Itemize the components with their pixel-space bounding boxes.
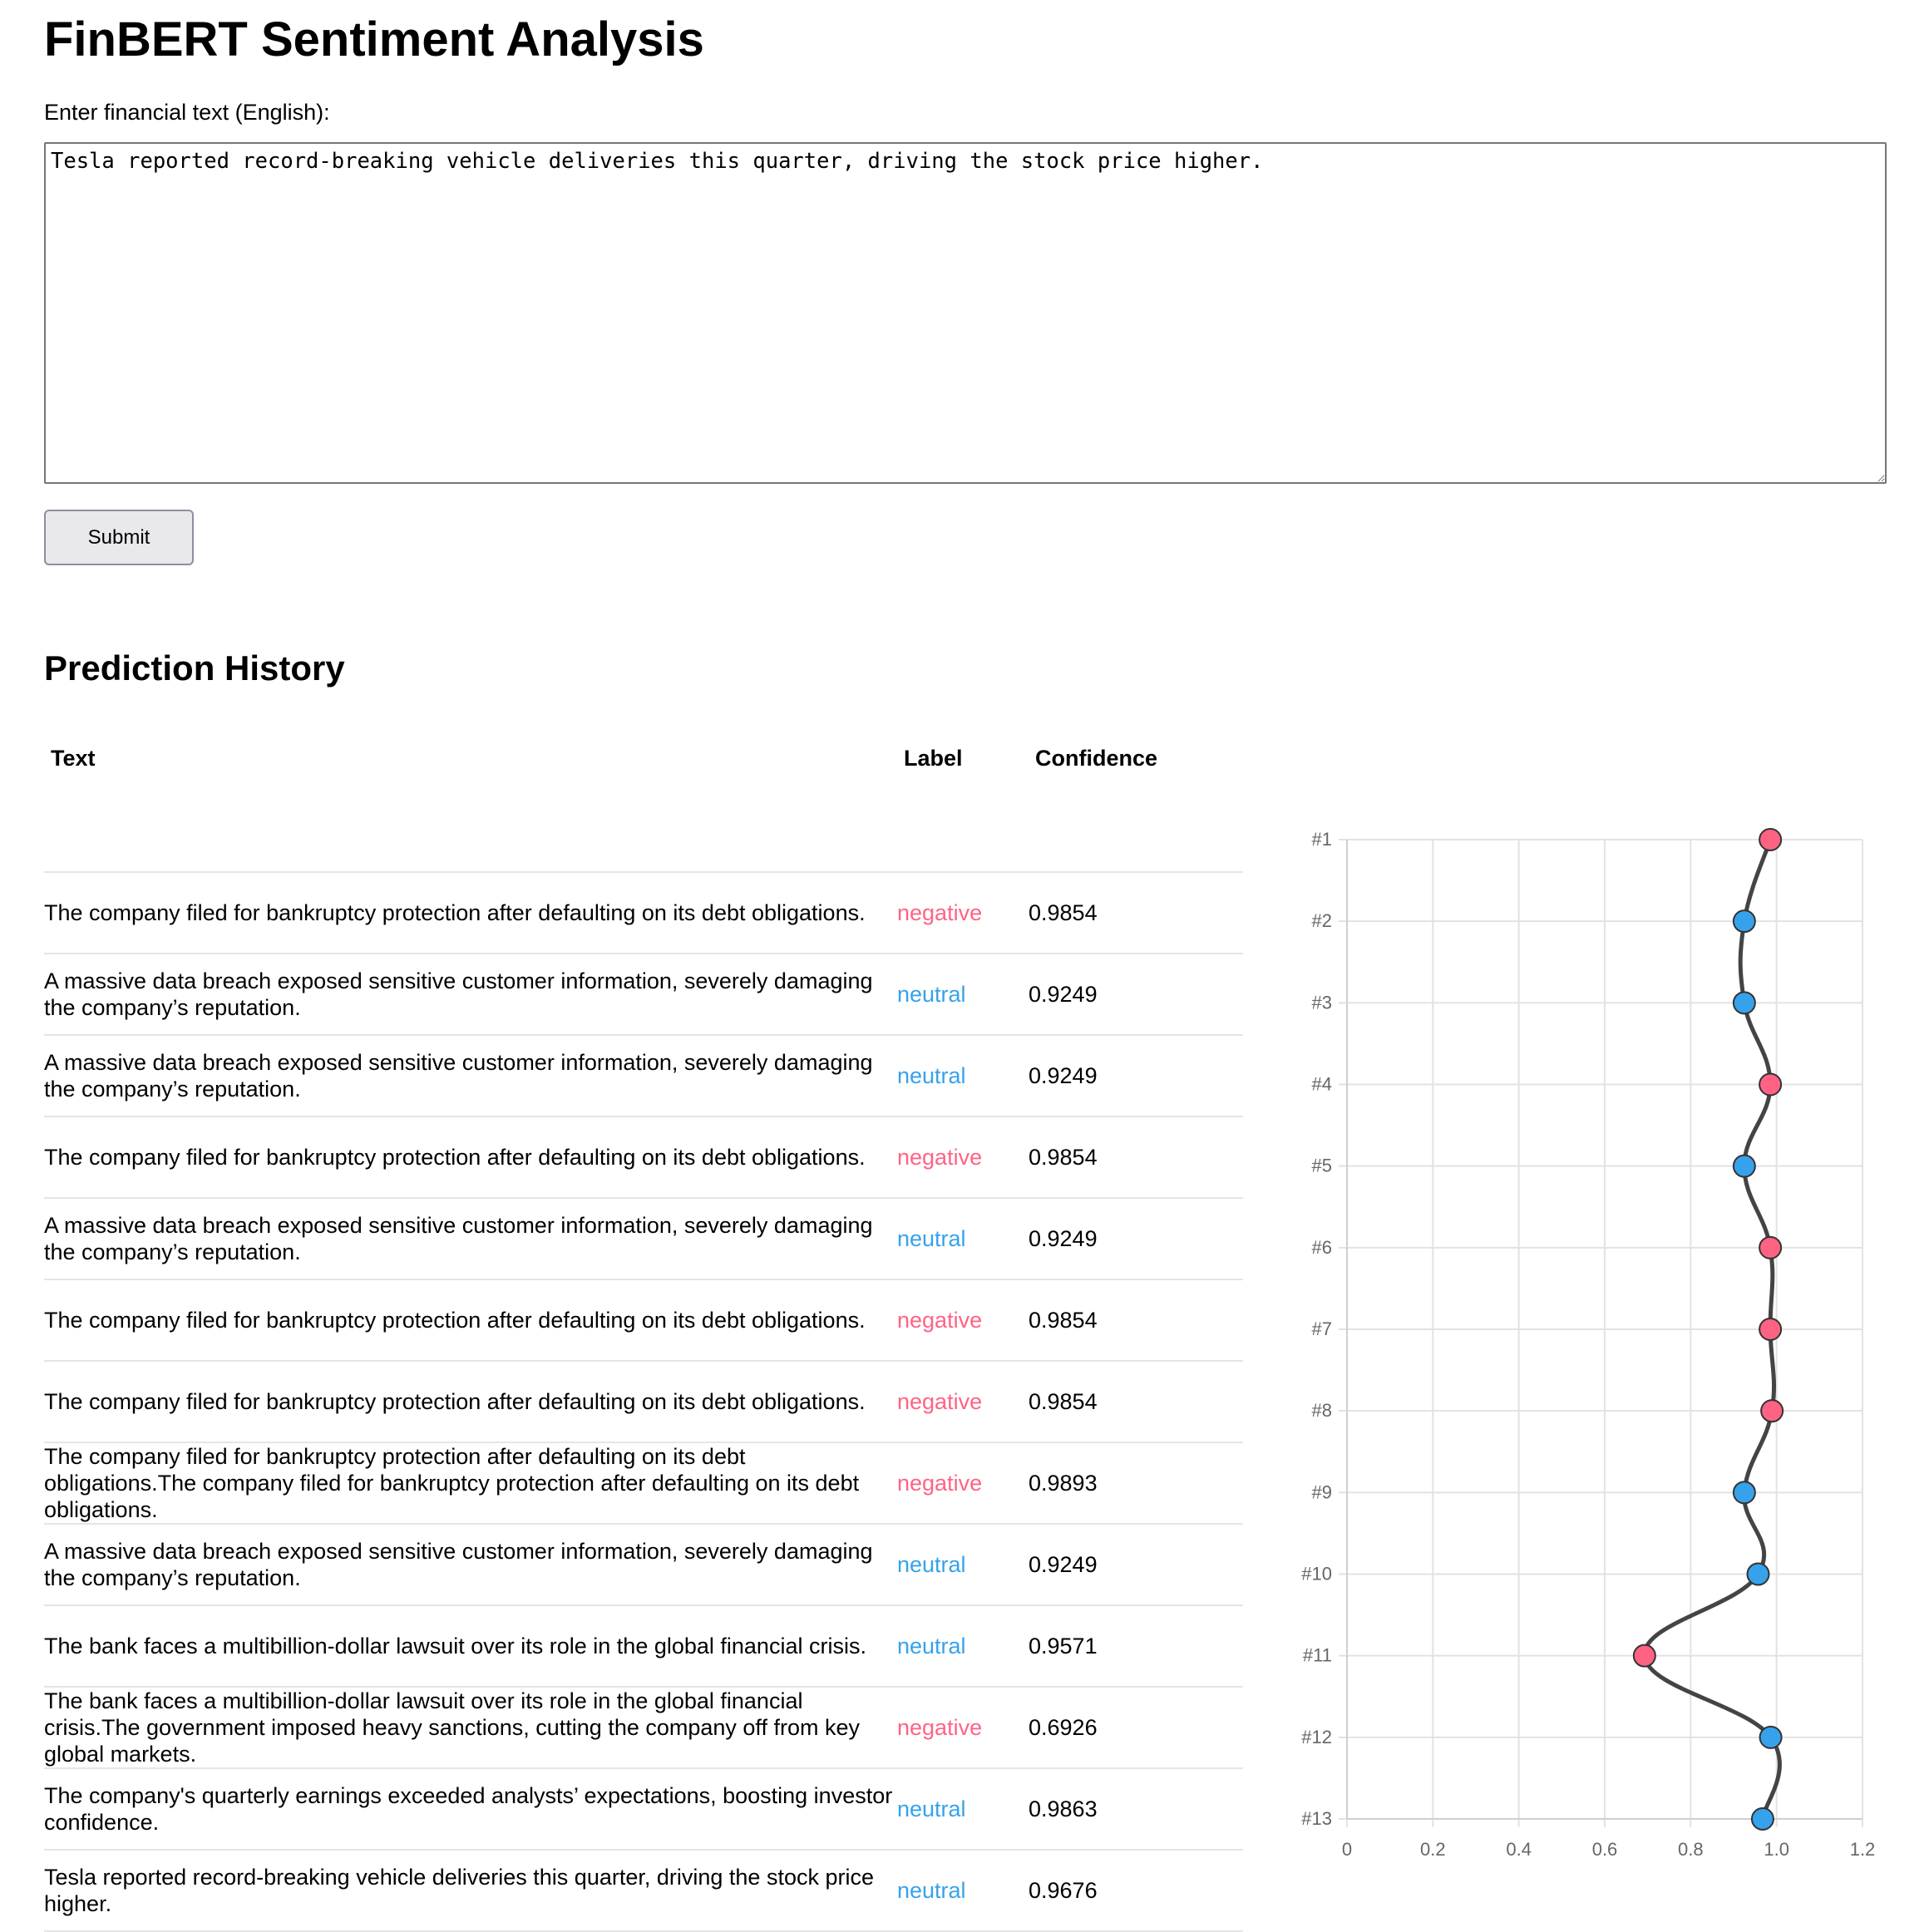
row-text: The company's quarterly earnings exceede… [44, 1768, 897, 1851]
data-point [1746, 1562, 1770, 1586]
row-label: negative [897, 1361, 1029, 1443]
row-confidence: 0.9249 [1029, 1524, 1243, 1606]
history-title: Prediction History [44, 648, 345, 688]
data-point [1732, 991, 1756, 1015]
row-confidence: 0.9249 [1029, 1198, 1243, 1280]
confidence-line-chart: 0 0.2 0.4 0.6 0.8 1.0 1.2 #1 #2 #3 #4 #5 #6 #7 #8 #9 #10… [1301, 828, 1876, 1860]
row-confidence: 0.9854 [1029, 1279, 1243, 1362]
row-text: The company filed for bankruptcy protect… [44, 1279, 897, 1362]
row-confidence: 0.6926 [1029, 1687, 1243, 1769]
table-row: A massive data breach exposed sensitive … [44, 954, 1243, 1036]
row-text: A massive data breach exposed sensitive … [44, 1198, 897, 1280]
y-tick-label: #9 [1312, 1481, 1332, 1502]
row-label: neutral [897, 1768, 1029, 1851]
row-label: negative [897, 1687, 1029, 1769]
row-confidence: 0.9676 [1029, 1850, 1243, 1932]
row-text: A massive data breach exposed sensitive … [44, 954, 897, 1036]
x-tick-label: 0.4 [1506, 1839, 1532, 1860]
row-text: The bank faces a multibillion-dollar law… [44, 1687, 897, 1769]
table-row: The company filed for bankruptcy protect… [44, 1116, 1243, 1199]
y-tick-label: #12 [1301, 1727, 1332, 1747]
row-label: negative [897, 872, 1029, 954]
table-row: Tesla reported record-breaking vehicle d… [44, 1850, 1243, 1932]
row-text: A massive data breach exposed sensitive … [44, 1035, 897, 1117]
y-tick-label: #10 [1301, 1564, 1332, 1585]
y-tick-label: #11 [1303, 1645, 1332, 1666]
row-confidence: 0.9854 [1029, 872, 1243, 954]
row-label: negative [897, 1116, 1029, 1199]
financial-text-input[interactable] [44, 142, 1887, 484]
table-row: The bank faces a multibillion-dollar law… [44, 1687, 1243, 1769]
row-text: The company filed for bankruptcy protect… [44, 1361, 897, 1443]
x-tick-label: 0.6 [1592, 1839, 1618, 1860]
data-point [1732, 1154, 1756, 1178]
table-row: The bank faces a multibillion-dollar law… [44, 1605, 1243, 1688]
row-text: The company filed for bankruptcy protect… [44, 1116, 897, 1199]
data-point [1632, 1644, 1656, 1668]
x-tick-label: 0.8 [1678, 1839, 1704, 1860]
row-confidence: 0.9571 [1029, 1605, 1243, 1688]
row-label: neutral [897, 1035, 1029, 1117]
y-tick-label: #6 [1312, 1237, 1332, 1258]
row-confidence: 0.9249 [1029, 1035, 1243, 1117]
table-row: The company filed for bankruptcy protect… [44, 1361, 1243, 1443]
y-tick-label: #1 [1312, 829, 1332, 850]
row-label: negative [897, 1279, 1029, 1362]
table-row: The company filed for bankruptcy protect… [44, 1442, 1243, 1525]
row-text: The bank faces a multibillion-dollar law… [44, 1605, 897, 1688]
data-point [1750, 1807, 1774, 1831]
table-row: A massive data breach exposed sensitive … [44, 1035, 1243, 1117]
y-tick-label: #3 [1312, 992, 1332, 1013]
header-label: Label [904, 745, 963, 771]
row-label: neutral [897, 1605, 1029, 1688]
data-point [1759, 828, 1783, 851]
row-label: negative [897, 1442, 1029, 1525]
history-table: Text Label Confidence The company filed … [44, 725, 1243, 1932]
header-confidence: Confidence [1035, 745, 1158, 771]
page-title: FinBERT Sentiment Analysis [44, 12, 704, 67]
row-confidence: 0.9249 [1029, 954, 1243, 1036]
y-tick-label: #13 [1301, 1808, 1332, 1829]
data-point [1759, 1318, 1783, 1341]
data-point [1759, 1235, 1783, 1259]
row-label: neutral [897, 1198, 1029, 1280]
x-tick-label: 1.0 [1764, 1839, 1789, 1860]
y-tick-label: #8 [1312, 1400, 1332, 1421]
data-point [1732, 909, 1756, 934]
y-tick-label: #2 [1312, 910, 1332, 931]
x-tick-label: 0 [1342, 1839, 1352, 1860]
y-tick-label: #7 [1312, 1318, 1332, 1339]
row-text: The company filed for bankruptcy protect… [44, 872, 897, 954]
data-point [1759, 1725, 1783, 1749]
y-tick-label: #4 [1312, 1074, 1332, 1095]
header-text: Text [51, 745, 96, 771]
data-point [1760, 1399, 1784, 1423]
x-tick-label: 0.2 [1420, 1839, 1446, 1860]
table-row: A massive data breach exposed sensitive … [44, 1524, 1243, 1606]
confidence-chart: 0 0.2 0.4 0.6 0.8 1.0 1.2 #1 #2 #3 #4 #5 #6 #7 #8 #9 #10… [1280, 815, 1879, 1870]
row-text: A massive data breach exposed sensitive … [44, 1524, 897, 1606]
row-confidence: 0.9893 [1029, 1442, 1243, 1525]
row-label: neutral [897, 954, 1029, 1036]
table-row: The company filed for bankruptcy protect… [44, 872, 1243, 954]
table-row: The company's quarterly earnings exceede… [44, 1768, 1243, 1851]
row-confidence: 0.9854 [1029, 1361, 1243, 1443]
row-label: neutral [897, 1524, 1029, 1606]
row-confidence: 0.9854 [1029, 1116, 1243, 1199]
table-row: A massive data breach exposed sensitive … [44, 1198, 1243, 1280]
y-tick-label: #5 [1312, 1156, 1332, 1176]
row-label: neutral [897, 1850, 1029, 1932]
x-tick-label: 1.2 [1850, 1839, 1876, 1860]
row-confidence: 0.9863 [1029, 1768, 1243, 1851]
row-text: The company filed for bankruptcy protect… [44, 1442, 897, 1525]
table-row: The company filed for bankruptcy protect… [44, 1279, 1243, 1362]
input-label: Enter financial text (English): [44, 100, 330, 125]
submit-button[interactable]: Submit [44, 510, 194, 565]
table-header-row: Text Label Confidence [44, 725, 1243, 791]
data-point [1759, 1072, 1783, 1097]
row-text: Tesla reported record-breaking vehicle d… [44, 1850, 897, 1932]
data-point [1732, 1481, 1756, 1505]
